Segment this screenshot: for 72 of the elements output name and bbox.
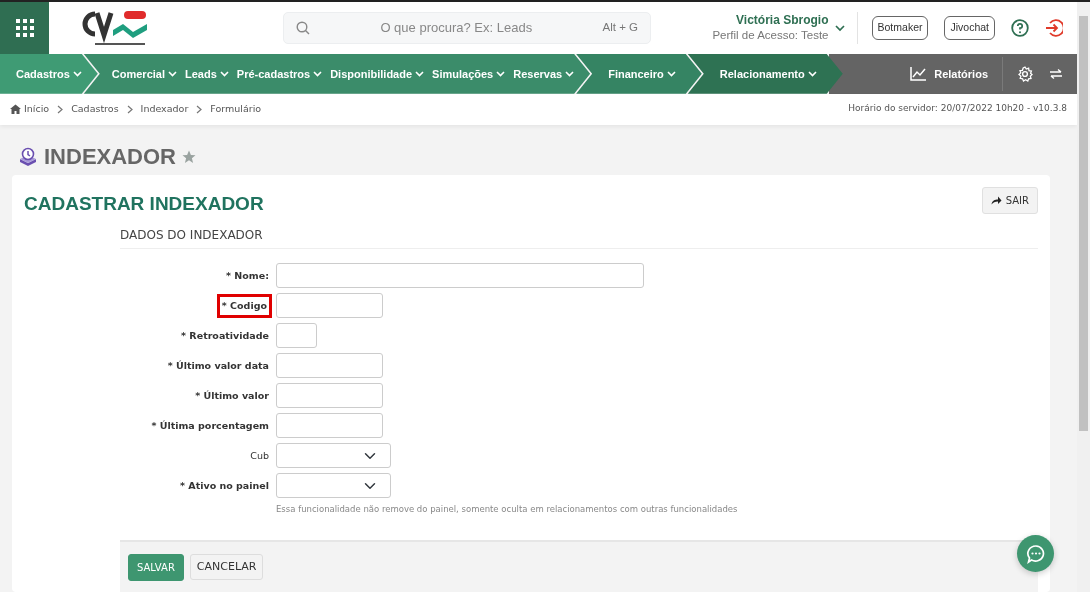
menu-item[interactable]: Pré-cadastros [236,65,323,83]
chevron-right-icon [196,104,203,114]
save-button[interactable]: SALVAR [128,553,184,581]
input-field[interactable] [276,413,383,439]
home-icon [10,104,21,115]
chevron-down-icon [72,70,82,78]
input-field[interactable] [276,383,383,409]
cancel-button[interactable]: CANCELAR [189,553,264,581]
search-field[interactable]: O que procura? Ex: Leads [310,17,603,39]
select-field[interactable] [276,443,391,469]
chevron-down-icon [807,70,817,78]
user-name: Victória Sbrogio [735,13,829,29]
select-field[interactable] [276,473,391,499]
breadcrumb-link[interactable]: Início [24,102,50,117]
field-label: * Último valor [194,388,270,403]
menu-item[interactable]: Leads [185,65,229,83]
menu-item[interactable]: Reservas [513,65,575,83]
help-text: Essa funcionalidade não remove do painel, somente oculta em relacionamentos com outras funcionalidades [276,503,739,516]
field-label: Cub [249,448,270,463]
chat-button[interactable]: Jivochat [944,16,995,40]
reports-menu-item[interactable]: Relatórios [910,65,988,83]
search-icon [296,21,310,35]
chevron-down-icon [219,70,229,78]
exit-button[interactable]: SAIR [981,187,1038,215]
scrollbar[interactable] [1079,16,1088,431]
chevron-down-icon [415,70,425,78]
server-time: Horário do servidor: 20/07/2022 10h20 - v10.3.8 [848,102,1067,116]
section-heading: DADOS DO INDEXADOR [120,226,1038,250]
input-field[interactable] [276,323,317,349]
field-label: * Última porcentagem [150,418,270,433]
field-label: * Nome: [225,268,270,283]
chevron-down-icon [565,70,575,78]
breadcrumb-link[interactable]: Cadastros [71,102,119,117]
menu-item[interactable]: Relacionamento [719,65,817,83]
chat-bubble-icon [1025,543,1046,564]
menu-item[interactable]: Cadastros [16,65,82,83]
form-title: CADASTRAR INDEXADOR [24,193,264,217]
grid-icon [15,19,34,37]
share-arrow-icon [990,196,1002,206]
menu-item[interactable]: Disponibilidade [330,65,425,83]
indexer-icon [18,147,38,168]
chevron-down-icon [313,70,323,78]
logout-icon[interactable] [1045,19,1063,37]
chevron-right-icon [57,104,64,114]
input-field[interactable] [276,263,644,289]
menu-item[interactable]: Simulações [432,65,506,83]
field-label: * Ativo no painel [179,478,270,493]
menu-item[interactable]: Comercial [111,65,177,83]
input-field[interactable] [276,293,383,319]
chart-icon [910,66,927,81]
help-icon[interactable] [1011,19,1029,37]
field-label: * Último valor data [166,358,270,373]
chat-button[interactable]: Botmaker [871,16,929,40]
settings-icon[interactable] [1017,65,1033,82]
page-title: INDEXADOR [44,143,176,171]
apps-menu-button[interactable] [0,2,49,54]
chevron-down-icon [168,70,177,78]
menu-item[interactable]: Financeiro [608,65,676,83]
breadcrumb-link[interactable]: Indexador [140,102,189,117]
input-field[interactable] [276,353,383,379]
breadcrumb-current: Formulário [210,102,262,117]
field-label: * Codigo [216,293,272,318]
chevron-right-icon [126,104,133,114]
star-icon[interactable] [182,150,196,165]
chevron-down-icon [496,70,506,78]
chevron-down-icon[interactable] [834,24,845,32]
swap-icon[interactable] [1049,67,1063,80]
search-bar[interactable]: O que procura? Ex: Leads Alt + G [283,12,651,44]
shortcut-hint: Alt + G [602,20,638,36]
user-profile: Perfil de Acesso: Teste [712,28,829,43]
chevron-down-icon [666,70,676,78]
field-label: * Retroatividade [180,328,270,343]
